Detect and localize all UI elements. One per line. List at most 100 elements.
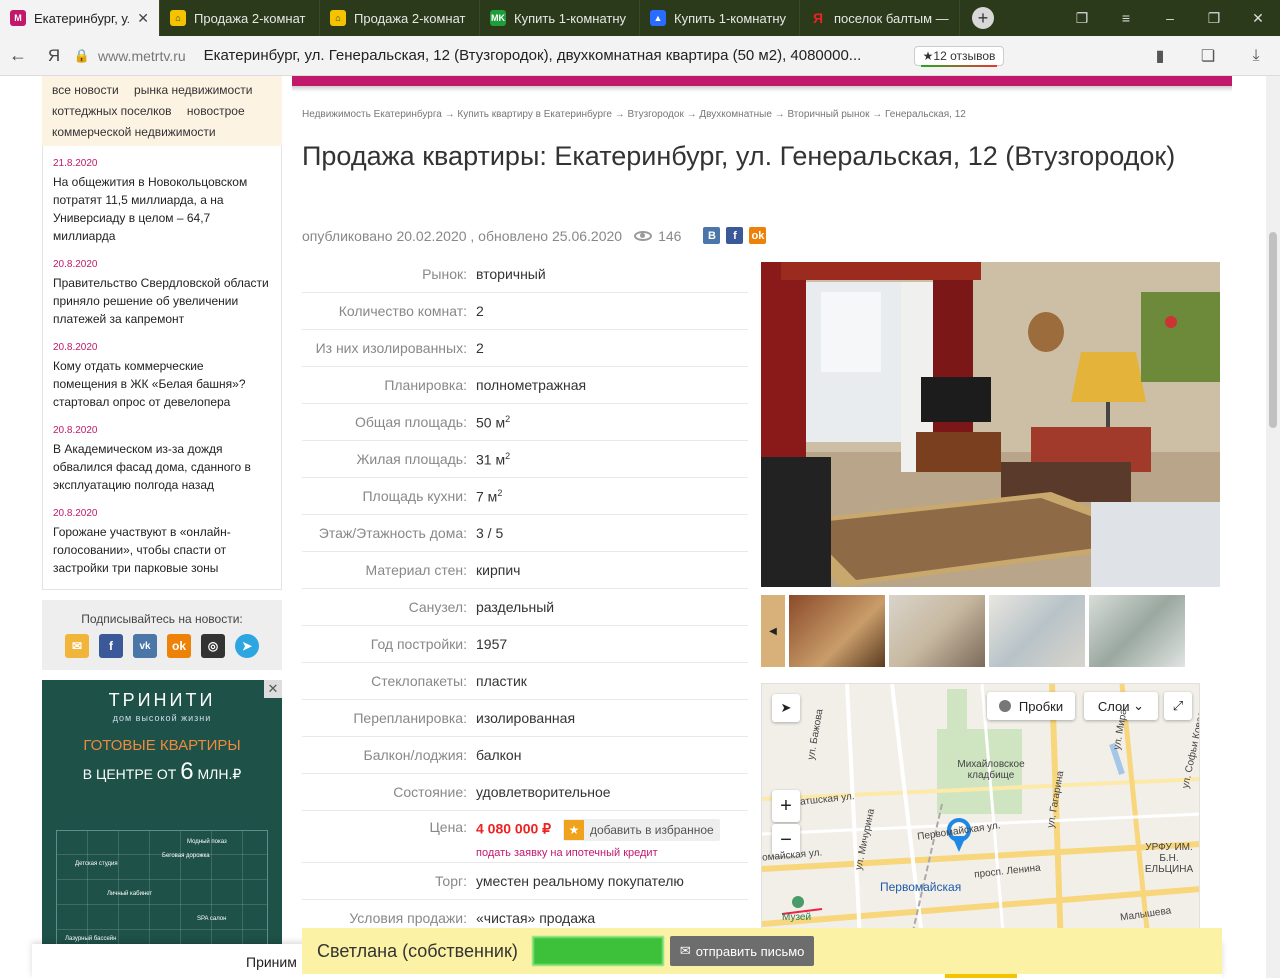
news-date: 21.8.2020 xyxy=(53,158,98,169)
subscribe-label: Подписывайтесь на новости: xyxy=(81,612,243,626)
avito-icon: ▲ xyxy=(650,10,666,26)
add-to-favorites-button[interactable]: ★ добавить в избранное xyxy=(562,819,720,841)
phone-number[interactable] xyxy=(531,936,664,966)
scrollbar-thumb[interactable] xyxy=(1269,232,1277,428)
thumbnail[interactable] xyxy=(889,595,985,667)
tag-link[interactable]: коттеджных поселков xyxy=(52,101,172,122)
seller-name: Светлана (собственник) xyxy=(317,940,518,961)
close-window-icon[interactable]: ✕ xyxy=(1236,10,1280,27)
photo-thumbnails: ◀ xyxy=(761,595,1220,667)
breadcrumb[interactable]: Недвижимость Екатеринбурга → Купить квар… xyxy=(302,109,966,120)
news-title[interactable]: Горожане участвуют в «онлайн-голосовании… xyxy=(53,523,271,577)
house-icon: ⌂ xyxy=(170,10,186,26)
main-photo[interactable] xyxy=(761,262,1220,587)
property-row: Материал стен: кирпич xyxy=(302,552,748,589)
news-title[interactable]: В Академическом из-за дождя обвалился фа… xyxy=(53,440,271,494)
property-value: кирпич xyxy=(476,562,521,578)
property-row: Этаж/Этажность дома: 3 / 5 xyxy=(302,515,748,552)
property-value: балкон xyxy=(476,747,522,763)
news-item[interactable]: 21.8.2020 На общежития в Новокольцовском… xyxy=(53,158,271,245)
minimize-icon[interactable]: – xyxy=(1148,10,1192,26)
thumbnail[interactable] xyxy=(789,595,885,667)
bookmark-icon[interactable]: ▮ xyxy=(1136,46,1184,66)
property-key: Санузел: xyxy=(408,599,467,615)
house-icon: ⌂ xyxy=(330,10,346,26)
property-row: Перепланировка: изолированная xyxy=(302,700,748,737)
url-site[interactable]: www.metrtv.ru xyxy=(98,48,186,64)
zoom-in-button[interactable]: + xyxy=(772,790,800,822)
favorites-label: добавить в избранное xyxy=(589,823,714,837)
property-value: вторичный xyxy=(476,266,546,282)
vk-share-icon[interactable]: B xyxy=(703,227,721,244)
mortgage-link[interactable]: подать заявку на ипотечный кредит xyxy=(476,847,720,859)
news-title[interactable]: Кому отдать коммерческие помещения в ЖК … xyxy=(53,357,271,411)
news-date: 20.8.2020 xyxy=(53,259,98,270)
send-email-button[interactable]: ✉ отправить письмо xyxy=(669,936,815,966)
odnoklassniki-icon[interactable]: ok xyxy=(167,634,191,658)
browser-tab[interactable]: ⌂ Продажа 2-комнат xyxy=(320,0,480,36)
browser-tab[interactable]: Я поселок балтым — xyxy=(800,0,960,36)
tabs-icon[interactable]: ❐ xyxy=(1060,10,1104,27)
thumbnail[interactable] xyxy=(989,595,1085,667)
back-icon[interactable]: ← xyxy=(0,45,36,66)
price-row: Цена: 4 080 000 ₽ ★ добавить в избранное … xyxy=(302,811,748,863)
facebook-share-icon[interactable]: f xyxy=(726,227,744,244)
plan-label: Личный кабинет xyxy=(107,891,153,897)
browser-tab[interactable]: MK Купить 1-комнатну xyxy=(480,0,640,36)
news-item[interactable]: 20.8.2020 Правительство Свердловской обл… xyxy=(53,259,271,328)
tag-link[interactable]: все новости xyxy=(52,80,119,101)
tag-link[interactable]: рынка недвижимости xyxy=(134,80,252,101)
advertisement-banner[interactable]: ✕ ТРИНИТИ дом высокой жизни ГОТОВЫЕ КВАР… xyxy=(42,680,282,978)
published-date: опубликовано 20.02.2020 , обновлено 25.0… xyxy=(302,227,623,244)
menu-icon[interactable]: ≡ xyxy=(1104,10,1148,26)
close-icon[interactable]: ✕ xyxy=(137,10,149,27)
browser-tab[interactable]: ⌂ Продажа 2-комнат xyxy=(160,0,320,36)
download-icon[interactable]: ⤓ xyxy=(1232,47,1280,65)
property-value: пластик xyxy=(476,673,527,689)
browser-tab[interactable]: ▲ Купить 1-комнатну xyxy=(640,0,800,36)
property-row: Площадь кухни: 7 м2 xyxy=(302,478,748,515)
news-title[interactable]: На общежития в Новокольцовском потратят … xyxy=(53,173,271,245)
news-item[interactable]: 20.8.2020 Кому отдать коммерческие помещ… xyxy=(53,342,271,411)
chevron-down-icon: ⌄ xyxy=(1133,698,1145,713)
page-scrollbar[interactable] xyxy=(1266,76,1280,978)
header-strip xyxy=(292,76,1232,86)
lock-icon[interactable]: 🔒 xyxy=(72,48,92,64)
email-icon[interactable]: ✉ xyxy=(65,634,89,658)
ok-share-icon[interactable]: ok xyxy=(749,227,767,244)
fullscreen-icon[interactable]: ⤢ xyxy=(1164,692,1192,720)
reviews-badge[interactable]: ★12 отзывов xyxy=(913,45,1005,67)
new-tab-button[interactable]: + xyxy=(972,7,994,29)
traffic-button[interactable]: Пробки xyxy=(987,692,1075,720)
restore-icon[interactable]: ❐ xyxy=(1192,10,1236,27)
news-item[interactable]: 20.8.2020 В Академическом из-за дождя об… xyxy=(53,425,271,494)
tag-link[interactable]: новострое xyxy=(187,101,245,122)
ad-sub-number: 6 xyxy=(180,758,194,785)
news-title[interactable]: Правительство Свердловской области приня… xyxy=(53,274,271,328)
thumbnail[interactable] xyxy=(1089,595,1185,667)
property-value: 31 м2 xyxy=(476,451,510,468)
ad-headline: ГОТОВЫЕ КВАРТИРЫ xyxy=(83,737,241,754)
instagram-icon[interactable]: ◎ xyxy=(201,634,225,658)
plan-label: SPA салон xyxy=(197,916,227,922)
facebook-icon[interactable]: f xyxy=(99,634,123,658)
property-key: Состояние: xyxy=(393,784,467,800)
tag-link[interactable]: коммерческой недвижимости xyxy=(52,122,216,143)
geolocation-icon[interactable]: ➤ xyxy=(772,694,800,722)
news-item[interactable]: 20.8.2020 Горожане участвуют в «онлайн-г… xyxy=(53,508,271,577)
tab-title: Продажа 2-комнат xyxy=(194,10,306,26)
browser-tab[interactable]: M Екатеринбург, ул ✕ xyxy=(0,0,160,36)
ad-subline: В ЦЕНТРЕ ОТ 6 МЛН.₽ xyxy=(42,758,282,786)
close-ad-icon[interactable]: ✕ xyxy=(264,680,282,698)
vk-icon[interactable]: vk xyxy=(133,634,157,658)
collections-icon[interactable]: ❏ xyxy=(1184,46,1232,66)
yandex-logo-icon[interactable]: Я xyxy=(36,46,72,66)
url-title[interactable]: Екатеринбург, ул. Генеральская, 12 (Втуз… xyxy=(204,47,894,64)
prev-arrow-icon[interactable]: ◀ xyxy=(761,595,785,667)
plan-label: Беговая дорожка xyxy=(162,853,210,859)
telegram-icon[interactable]: ➤ xyxy=(235,634,259,658)
property-value: изолированная xyxy=(476,710,576,726)
property-key: Планировка: xyxy=(384,377,467,393)
property-key: Из них изолированных: xyxy=(315,340,467,356)
property-row: Балкон/лоджия: балкон xyxy=(302,737,748,774)
